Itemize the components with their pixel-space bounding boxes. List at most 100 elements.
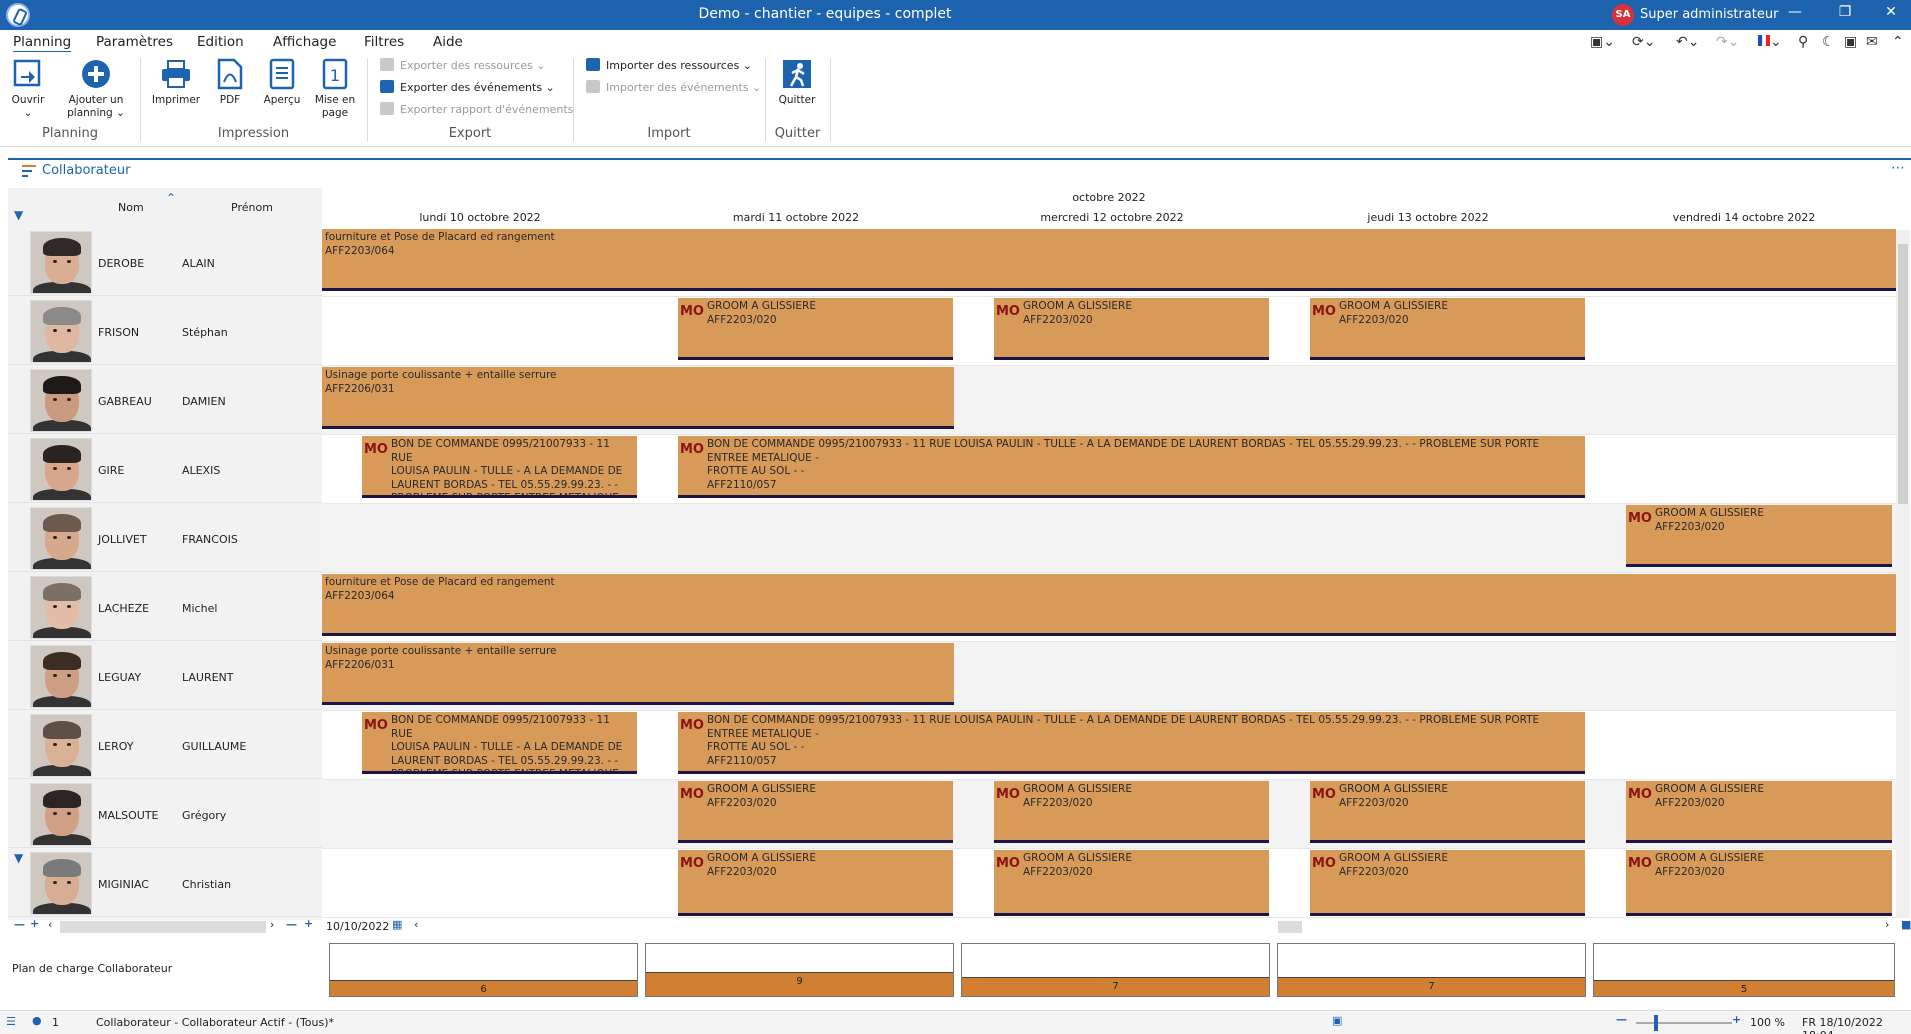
menu-aide[interactable]: Aide <box>433 34 463 50</box>
zoom-out-rows-icon[interactable]: — <box>14 918 25 931</box>
date-field[interactable]: 10/10/2022 <box>326 920 389 933</box>
menu-affichage[interactable]: Affichage <box>273 34 336 50</box>
undo-icon[interactable]: ↶⌄ <box>1676 34 1699 50</box>
resource-row[interactable]: FRISON Stéphan <box>8 297 322 365</box>
event-block[interactable]: MO GROOM A GLISSIERE AFF2203/020 <box>678 298 953 360</box>
event-block[interactable]: MO BON DE COMMANDE 0995/21007933 - 11 RUE… <box>362 436 637 498</box>
zoom-in-time-icon[interactable]: + <box>304 917 313 930</box>
event-block[interactable]: fourniture et Pose de Placard ed rangeme… <box>322 574 1896 636</box>
zoom-slider-thumb[interactable] <box>1654 1015 1658 1031</box>
minimize-icon[interactable]: — <box>1780 4 1810 20</box>
event-block[interactable]: MO GROOM A GLISSIERE AFF2203/020 <box>1626 505 1892 567</box>
open-button[interactable]: Ouvrir ⌄ <box>8 58 48 120</box>
expand-triangle-icon[interactable]: ▼ <box>14 851 23 865</box>
menu-filtres[interactable]: Filtres <box>364 34 404 50</box>
event-block[interactable]: MO GROOM A GLISSIERE AFF2203/020 <box>1310 298 1585 360</box>
resource-row[interactable]: GABREAU DAMIEN <box>8 366 322 434</box>
key-icon[interactable]: ⚲ <box>1798 34 1808 50</box>
event-block[interactable]: MO GROOM A GLISSIERE AFF2203/020 <box>1626 850 1892 916</box>
group-import-label: Import <box>647 126 691 141</box>
event-block[interactable]: fourniture et Pose de Placard ed rangeme… <box>322 229 1896 291</box>
favorite-status-icon[interactable]: ▣ <box>1332 1014 1342 1027</box>
zoom-out-time-icon[interactable]: — <box>286 918 297 931</box>
event-block[interactable]: MO GROOM A GLISSIERE AFF2203/020 <box>994 781 1269 843</box>
sort-ascending-icon[interactable]: ⌃ <box>166 191 176 205</box>
event-block[interactable]: MO GROOM A GLISSIERE AFF2203/020 <box>994 298 1269 360</box>
restore-icon[interactable]: ❐ <box>1830 4 1860 20</box>
refresh-icon[interactable]: ⟳⌄ <box>1632 34 1655 50</box>
column-header-nom[interactable]: Nom <box>118 201 144 214</box>
event-block[interactable]: MO BON DE COMMANDE 0995/21007933 - 11 RUE… <box>362 712 637 774</box>
menu-edition[interactable]: Edition <box>197 34 244 50</box>
user-name[interactable]: Super administrateur <box>1640 7 1778 22</box>
window-layout-icon[interactable]: ▣ <box>1844 34 1857 50</box>
tree-view-icon[interactable]: ☰ <box>6 1015 16 1028</box>
horizontal-scroll-thumb[interactable] <box>1278 921 1302 933</box>
language-flag-icon[interactable]: ⌄ <box>1758 34 1782 50</box>
export-report-item[interactable]: Exporter rapport d'événements <box>380 102 573 116</box>
add-planning-button[interactable]: Ajouter un planning ⌄ <box>64 58 128 120</box>
vertical-scrollbar[interactable] <box>1896 230 1910 918</box>
import-events-item[interactable]: Importer des événements ⌄ <box>586 80 761 94</box>
load-bar[interactable]: 5 <box>1593 943 1895 997</box>
chat-icon[interactable]: ✉ <box>1866 34 1878 50</box>
load-bar[interactable]: 9 <box>645 943 954 997</box>
zoom-out-icon[interactable]: — <box>1616 1013 1627 1026</box>
avatar <box>30 852 92 915</box>
resource-row[interactable]: JOLLIVET FRANCOIS <box>8 504 322 572</box>
resource-row[interactable]: GIRE ALEXIS <box>8 435 322 503</box>
scroll-right-icon[interactable]: › <box>270 918 274 931</box>
event-text: Usinage porte coulissante + entaille ser… <box>325 369 557 381</box>
print-button[interactable]: Imprimer <box>150 58 202 107</box>
load-bar[interactable]: 6 <box>329 943 638 997</box>
event-block[interactable]: MO GROOM A GLISSIERE AFF2203/020 <box>678 781 953 843</box>
event-block[interactable]: MO GROOM A GLISSIERE AFF2203/020 <box>1310 781 1585 843</box>
menu-planning[interactable]: Planning <box>13 34 72 53</box>
more-options-icon[interactable]: ⋯ <box>1891 160 1905 176</box>
page-setup-button[interactable]: 1 Mise en page <box>312 58 358 120</box>
pdf-button[interactable]: PDF <box>213 58 247 107</box>
scroll-thumb[interactable] <box>1898 244 1908 504</box>
event-block[interactable]: MO GROOM A GLISSIERE AFF2203/020 <box>1310 850 1585 916</box>
resource-row[interactable]: DEROBE ALAIN <box>8 228 322 296</box>
resource-row[interactable]: LEGUAY LAURENT <box>8 642 322 710</box>
quit-button[interactable]: Quitter <box>774 58 820 107</box>
zoom-in-icon[interactable]: + <box>1732 1013 1741 1026</box>
user-avatar[interactable]: SA <box>1612 4 1634 26</box>
zoom-in-rows-icon[interactable]: + <box>30 917 39 930</box>
favorite-icon[interactable]: ▣⌄ <box>1590 34 1615 50</box>
previous-period-icon[interactable]: ‹ <box>414 918 418 931</box>
lock-icon[interactable]: ■ <box>1901 918 1911 931</box>
resource-row[interactable]: MALSOUTE Grégory <box>8 780 322 848</box>
column-header-prenom[interactable]: Prénom <box>231 201 273 214</box>
scroll-left-icon[interactable]: ‹ <box>48 918 52 931</box>
resource-row[interactable]: LACHEZE Michel <box>8 573 322 641</box>
export-events-item[interactable]: Exporter des événements ⌄ <box>380 80 555 94</box>
event-block[interactable]: MO GROOM A GLISSIERE AFF2203/020 <box>678 850 953 916</box>
calendar-icon[interactable]: ▦ <box>392 918 402 931</box>
menu-parametres[interactable]: Paramètres <box>96 34 173 50</box>
expand-triangle-icon[interactable]: ▼ <box>14 208 23 222</box>
preview-button[interactable]: Aperçu <box>262 58 302 107</box>
event-block[interactable]: Usinage porte coulissante + entaille ser… <box>322 367 954 429</box>
horizontal-scrollbar-left[interactable] <box>60 921 266 933</box>
resource-row[interactable]: MIGINIAC Christian <box>8 849 322 917</box>
close-icon[interactable]: ✕ <box>1876 4 1906 20</box>
event-text: PROBLEME SUR PORTE ENTREE METALIQUE - <box>391 492 627 498</box>
event-block[interactable]: MO BON DE COMMANDE 0995/21007933 - 11 RUE… <box>678 712 1585 774</box>
event-block[interactable]: MO GROOM A GLISSIERE AFF2203/020 <box>1626 781 1892 843</box>
resource-row[interactable]: LEROY GUILLAUME <box>8 711 322 779</box>
collapse-ribbon-icon[interactable]: ⌃ <box>1892 34 1904 50</box>
import-resources-item[interactable]: Importer des ressources ⌄ <box>586 58 752 72</box>
load-bar[interactable]: 7 <box>1277 943 1586 997</box>
redo-icon[interactable]: ↷⌄ <box>1716 34 1739 50</box>
event-block[interactable]: Usinage porte coulissante + entaille ser… <box>322 643 954 705</box>
export-resources-item[interactable]: Exporter des ressources ⌄ <box>380 58 546 72</box>
event-block[interactable]: MO BON DE COMMANDE 0995/21007933 - 11 RUE… <box>678 436 1585 498</box>
next-period-icon[interactable]: › <box>1885 918 1889 931</box>
dark-mode-icon[interactable]: ☾ <box>1822 34 1835 50</box>
event-block[interactable]: MO GROOM A GLISSIERE AFF2203/020 <box>994 850 1269 916</box>
load-bar[interactable]: 7 <box>961 943 1270 997</box>
planning-grid[interactable]: fourniture et Pose de Placard ed rangeme… <box>322 188 1896 918</box>
zoom-slider[interactable] <box>1636 1022 1732 1024</box>
